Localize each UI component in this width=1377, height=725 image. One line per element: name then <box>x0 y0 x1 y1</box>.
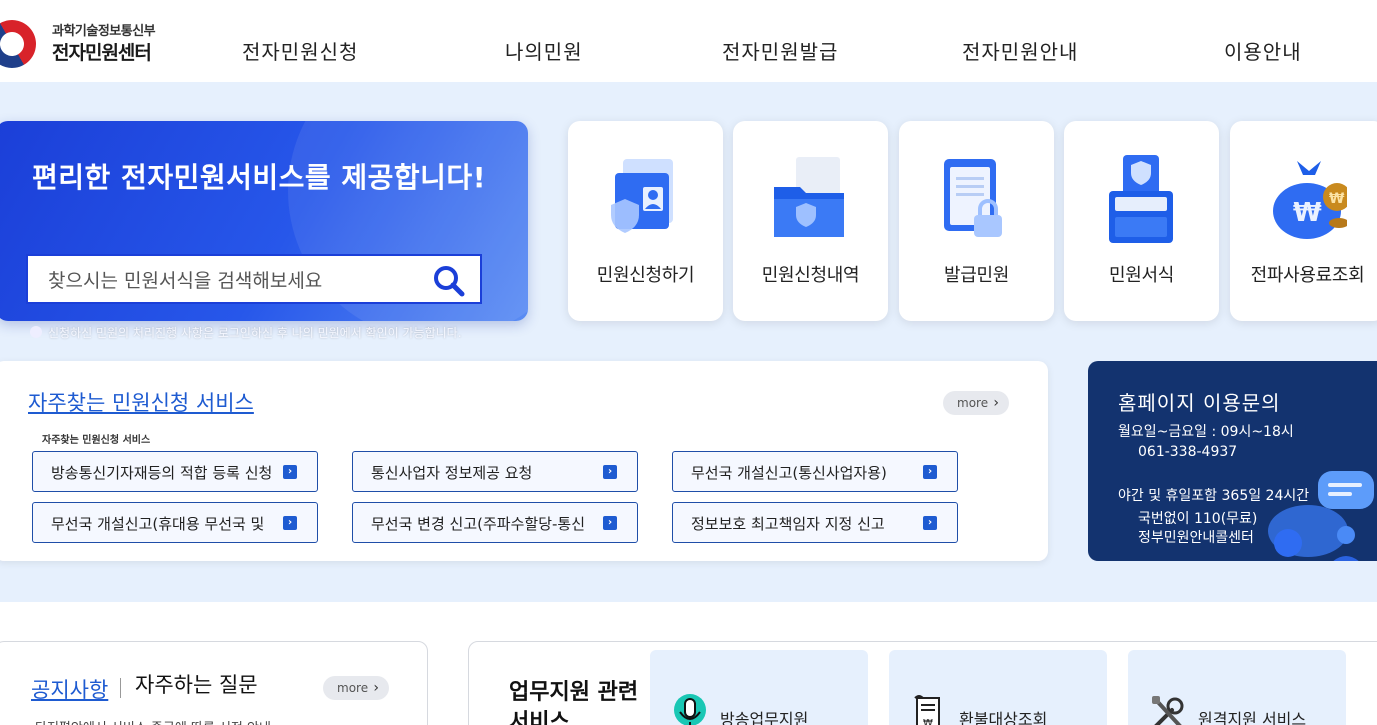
nav-item-my[interactable]: 나의민원 <box>505 36 583 65</box>
arrow-right-icon: › <box>283 516 297 530</box>
nav-item-help[interactable]: 이용안내 <box>1224 36 1302 65</box>
notice-faq-panel: 공지사항 자주하는 질문 more › 다저편안에서 서비스 중국에 따른 서전 … <box>0 641 428 725</box>
hero-notice-text: 신청하신 민원의 처리진행 사항은 로그인하신 후 나의 민원에서 확인이 가능… <box>48 326 462 340</box>
service-link[interactable]: 통신사업자 정보제공 요청 › <box>352 451 638 492</box>
folder-shield-icon <box>774 157 844 237</box>
frequent-services-panel: 자주찾는 민원신청 서비스 more › 자주찾는 민원신청 서비스 방송통신기자… <box>0 361 1048 561</box>
svg-text:₩: ₩ <box>1329 191 1345 207</box>
work-card-broadcast[interactable]: 방송업무지원 <box>650 650 868 725</box>
work-card-label: 원격지원 서비스 <box>1198 710 1307 725</box>
nav-item-issue[interactable]: 전자민원발급 <box>722 36 838 65</box>
arrow-right-icon: › <box>923 516 937 530</box>
quick-card-label: 발급민원 <box>943 265 1010 286</box>
more-label: more <box>337 681 369 695</box>
hero-notice: 신청하신 민원의 처리진행 사항은 로그인하신 후 나의 민원에서 확인이 가능… <box>30 316 500 350</box>
arrow-right-icon: › <box>923 465 937 479</box>
quick-card-label: 전파사용료조회 <box>1250 265 1365 286</box>
notice-more-button[interactable]: more › <box>323 676 389 700</box>
cabinet-shield-icon <box>1109 155 1173 243</box>
service-link-label: 통신사업자 정보제공 요청 <box>371 464 533 482</box>
service-link[interactable]: 무선국 개설신고(휴대용 무선국 및 › <box>32 502 318 543</box>
service-link[interactable]: 방송통신기자재등의 적합 등록 신청 › <box>32 451 318 492</box>
logo-site-name: 전자민원센터 <box>52 42 152 64</box>
nav-item-apply[interactable]: 전자민원신청 <box>242 36 358 65</box>
inquiry-panel: 홈페이지 이용문의 월요일~금요일 : 09시~18시 061-338-4937… <box>1088 361 1377 561</box>
tab-divider <box>120 678 121 698</box>
tab-notice[interactable]: 공지사항 <box>31 674 108 704</box>
svg-text:₩: ₩ <box>1293 198 1322 228</box>
inquiry-phone: 061-338-4937 <box>1138 444 1238 460</box>
search-button[interactable] <box>432 264 466 298</box>
quick-card-forms[interactable]: 민원서식 <box>1064 121 1219 321</box>
logo[interactable]: 과학기술정보통신부 전자민원센터 <box>0 11 170 77</box>
work-support-title: 업무지원 관련 서비스 <box>509 680 639 725</box>
quick-card-history[interactable]: 민원신청내역 <box>733 121 888 321</box>
quick-card-issue[interactable]: 발급민원 <box>899 121 1054 321</box>
page: 과학기술정보통신부 전자민원센터 전자민원신청 나의민원 전자민원발급 전자민원… <box>0 0 1377 725</box>
microphone-icon <box>674 694 706 725</box>
service-link-label: 무선국 개설신고(휴대용 무선국 및 <box>51 515 265 533</box>
arrow-right-icon: › <box>603 516 617 530</box>
service-link[interactable]: 정보보호 최고책임자 지정 신고 › <box>672 502 958 543</box>
quick-card-label: 민원신청하기 <box>596 265 695 286</box>
service-link-label: 방송통신기자재등의 적합 등록 신청 <box>51 464 273 482</box>
frequent-services-subtitle: 자주찾는 민원신청 서비스 <box>42 435 151 446</box>
nav-item-guide[interactable]: 전자민원안내 <box>962 36 1078 65</box>
quick-card-fee[interactable]: ₩ ₩ 전파사용료조회 <box>1230 121 1377 321</box>
arrow-right-icon: › <box>603 465 617 479</box>
work-card-remote[interactable]: 원격지원 서비스 <box>1128 650 1346 725</box>
quick-card-apply[interactable]: 민원신청하기 <box>568 121 723 321</box>
service-link[interactable]: 무선국 개설신고(통신사업자용) › <box>672 451 958 492</box>
quick-card-label: 민원서식 <box>1108 265 1175 286</box>
document-person-icon <box>611 159 673 233</box>
chevron-right-icon: › <box>373 680 379 696</box>
header: 과학기술정보통신부 전자민원센터 전자민원신청 나의민원 전자민원발급 전자민원… <box>0 0 1377 82</box>
more-label: more <box>957 396 989 410</box>
service-link-label: 정보보호 최고책임자 지정 신고 <box>691 515 885 533</box>
clipboard-lock-icon <box>944 159 1002 237</box>
info-icon <box>30 326 42 338</box>
money-bag-icon: ₩ ₩ <box>1273 161 1347 239</box>
service-link-label: 무선국 변경 신고(주파수할당-통신 <box>371 515 586 533</box>
work-card-label: 환불대상조회 <box>959 710 1048 725</box>
frequent-more-button[interactable]: more › <box>943 391 1009 415</box>
search-icon <box>434 266 465 297</box>
arrow-right-icon: › <box>283 465 297 479</box>
svg-text:₩: ₩ <box>923 718 933 725</box>
service-link-label: 무선국 개설신고(통신사업자용) <box>691 464 887 482</box>
chat-bubble-icon <box>1268 471 1374 561</box>
hero-search-panel: 편리한 전자민원서비스를 제공합니다! <box>0 121 528 321</box>
tab-faq[interactable]: 자주하는 질문 <box>135 674 265 696</box>
logo-ministry: 과학기술정보통신부 <box>52 24 156 39</box>
taegeuk-logo-icon <box>0 11 45 77</box>
receipt-won-icon: ₩ <box>914 695 940 725</box>
chevron-right-icon: › <box>993 395 999 411</box>
inquiry-hours: 월요일~금요일 : 09시~18시 <box>1118 424 1294 440</box>
tools-icon <box>1152 696 1184 725</box>
notice-list-item[interactable]: 다저편안에서 서비스 중국에 따른 서전 안내 <box>35 717 271 725</box>
hero-title: 편리한 전자민원서비스를 제공합니다! <box>32 161 486 194</box>
frequent-services-title[interactable]: 자주찾는 민원신청 서비스 <box>28 387 254 417</box>
work-support-panel: 업무지원 관련 서비스 방송업무지원 ₩ 환불대상조회 원격지원 서비스 <box>468 641 1377 725</box>
search-input[interactable] <box>48 266 428 296</box>
work-card-label: 방송업무지원 <box>720 710 809 725</box>
search-box <box>26 254 482 304</box>
service-link[interactable]: 무선국 변경 신고(주파수할당-통신 › <box>352 502 638 543</box>
inquiry-title: 홈페이지 이용문의 <box>1118 391 1281 415</box>
quick-card-label: 민원신청내역 <box>761 265 860 286</box>
work-card-refund[interactable]: ₩ 환불대상조회 <box>889 650 1107 725</box>
